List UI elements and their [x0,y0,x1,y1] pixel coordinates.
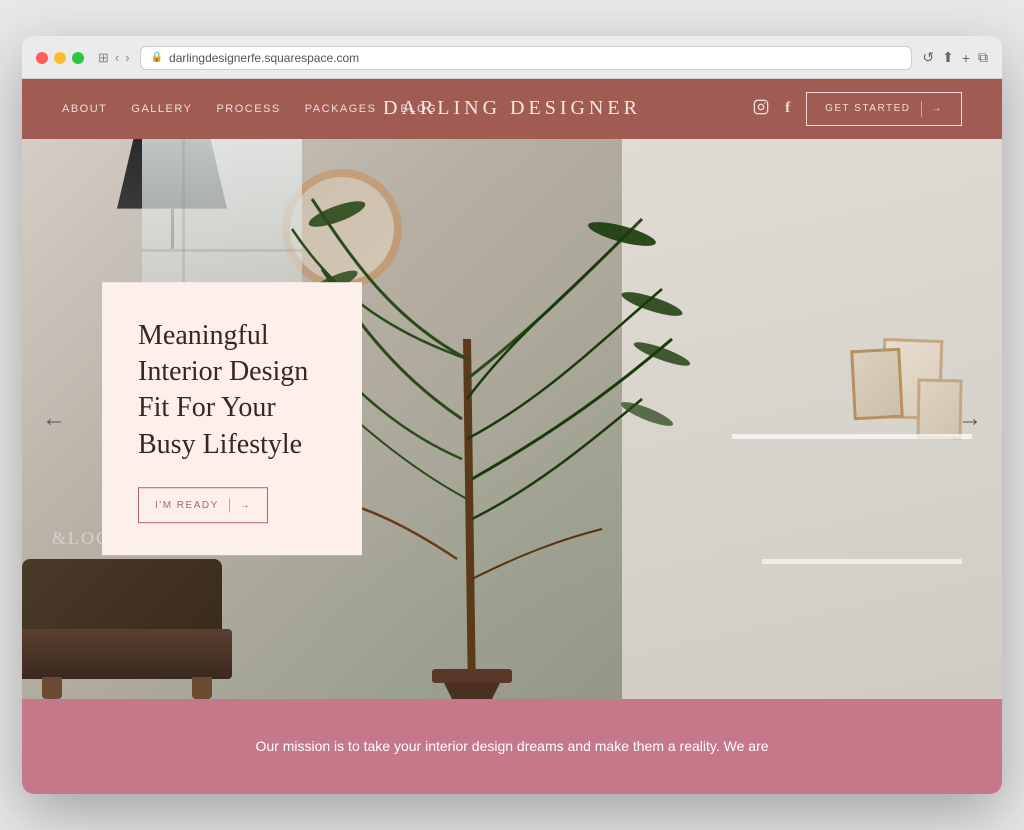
url-text: darlingdesignerfe.squarespace.com [169,51,359,65]
browser-window: ⊞ ‹ › 🔒 darlingdesignerfe.squarespace.co… [22,36,1002,795]
sofa-seat [22,629,232,679]
sofa-leg-right [192,677,212,699]
im-ready-label: I'M READY [155,500,219,511]
get-started-button[interactable]: GET STARTED → [806,92,962,126]
browser-chrome: ⊞ ‹ › 🔒 darlingdesignerfe.squarespace.co… [22,36,1002,79]
hero-heading-line4: Busy Lifestyle [138,429,302,460]
hero-section: &LOC ← → Meaningful Interior Design Fit … [22,139,1002,699]
forward-button[interactable]: › [125,50,129,65]
instagram-icon[interactable] [753,99,769,118]
hero-heading-line1: Meaningful [138,320,269,351]
mission-section: Our mission is to take your interior des… [22,699,1002,795]
close-button[interactable] [36,52,48,64]
get-started-arrow: → [932,103,944,114]
share-button[interactable]: ⬆ [942,49,954,66]
hero-heading-line3: Fit For Your [138,393,276,424]
reload-button[interactable]: ↺ [922,49,934,66]
im-ready-button[interactable]: I'M READY → [138,487,268,523]
shelf-2 [762,559,962,564]
traffic-lights [36,52,84,64]
new-tab-button[interactable]: + [962,50,970,66]
browser-action-buttons: ↺ ⬆ + ⧉ [922,49,988,66]
view-switcher-icon[interactable]: ⊞ [98,50,109,66]
nav-about[interactable]: ABOUT [62,103,107,115]
nav-right-section: f GET STARTED → [753,92,962,126]
picture-frame-2 [850,347,904,420]
get-started-label: GET STARTED [825,103,910,114]
hero-next-arrow[interactable]: → [958,405,982,433]
minimize-button[interactable] [54,52,66,64]
website-content: ABOUT GALLERY PROCESS PACKAGES BLOG DARL… [22,79,1002,795]
address-bar[interactable]: 🔒 darlingdesignerfe.squarespace.com [140,46,913,70]
brand-logo[interactable]: DARLING DESIGNER [383,97,641,120]
facebook-icon[interactable]: f [785,100,790,117]
nav-links: ABOUT GALLERY PROCESS PACKAGES BLOG [62,103,437,115]
hero-cta-arrow: → [240,500,252,511]
hero-heading-line2: Interior Design [138,356,308,387]
back-button[interactable]: ‹ [115,50,119,65]
hero-prev-arrow[interactable]: ← [42,405,66,433]
navigation-bar: ABOUT GALLERY PROCESS PACKAGES BLOG DARL… [22,79,1002,139]
browser-nav-controls: ⊞ ‹ › [98,50,130,66]
duplicate-tab-button[interactable]: ⧉ [978,49,988,66]
maximize-button[interactable] [72,52,84,64]
hero-heading: Meaningful Interior Design Fit For Your … [138,318,326,464]
cta-divider [921,101,922,117]
hero-cta-divider [229,498,230,512]
nav-gallery[interactable]: GALLERY [131,103,192,115]
sofa-decoration [22,559,242,699]
lock-icon: 🔒 [151,52,163,63]
nav-process[interactable]: PROCESS [216,103,280,115]
hero-text-card: Meaningful Interior Design Fit For Your … [102,282,362,556]
picture-frame-3 [916,378,962,439]
sofa-leg-left [42,677,62,699]
mission-text: Our mission is to take your interior des… [212,735,812,759]
shelf-1 [732,434,972,439]
nav-packages[interactable]: PACKAGES [305,103,377,115]
